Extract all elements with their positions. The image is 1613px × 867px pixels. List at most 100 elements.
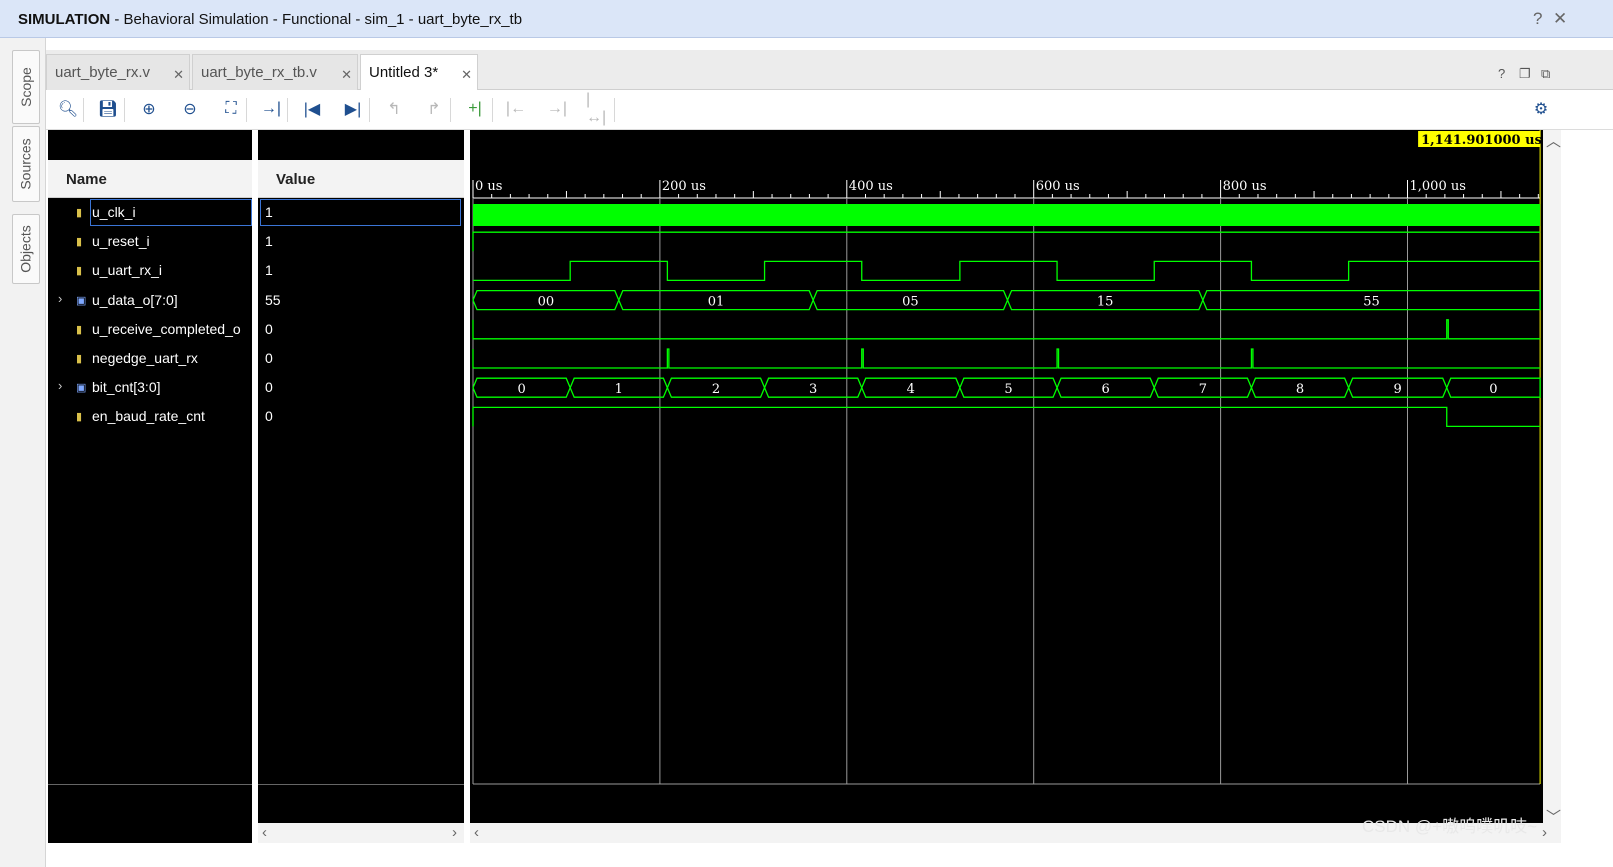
name-column-header[interactable]: Name [48, 160, 252, 198]
scroll-right-icon[interactable]: › [452, 824, 457, 841]
value-column-header[interactable]: Value [258, 160, 464, 198]
close-icon[interactable]: ✕ [1553, 9, 1567, 29]
expand-chevron-icon[interactable]: › [58, 291, 62, 306]
signal-name: bit_cnt[3:0] [92, 379, 161, 396]
toolbar-separator [492, 98, 493, 122]
window-titlebar: SIMULATION - Behavioral Simulation - Fun… [0, 0, 1613, 38]
scroll-right-icon[interactable]: › [1542, 824, 1547, 841]
bit-cnt-bus-value: 2 [712, 382, 720, 397]
signal-row[interactable]: › ▣ u_data_o[7:0] [48, 286, 252, 315]
waveform-pane[interactable]: 0 us 200 us 400 us 600 us 800 us 1,000 us 1,14… [470, 130, 1543, 823]
value-hscrollbar[interactable]: ‹ › [258, 823, 464, 843]
signal-row[interactable]: ▮ u_receive_completed_o [48, 315, 252, 344]
bit-cnt-bus-value: 1 [615, 382, 623, 397]
question-icon[interactable]: ? [1533, 9, 1542, 29]
bit-cnt-bus-value: 0 [517, 382, 525, 397]
zoom-fit-icon[interactable]: ⛶ [219, 98, 243, 120]
value-row[interactable]: 1 [258, 198, 464, 227]
add-marker-icon[interactable]: +| [463, 98, 487, 120]
signal-name: u_receive_completed_o [92, 320, 241, 337]
value-row[interactable]: 0 [258, 315, 464, 344]
next-transition-icon[interactable]: ↱ [422, 98, 446, 120]
bit-cnt-bus-value: 0 [1489, 382, 1497, 397]
data-bus-value: 15 [1097, 295, 1114, 310]
bit-signal-icon: ▮ [76, 236, 83, 249]
signal-name: negedge_uart_rx [92, 350, 198, 366]
toolbar-separator [614, 98, 615, 122]
waveform-toolbar: ⚙ 🔍︎ 💾︎ ⊕ ⊖ ⛶ →| |◀ ▶| ↰ ↱ +| |← →| |↔| [46, 90, 1613, 130]
bit-cnt-bus-value: 3 [809, 382, 817, 397]
swap-cursors-icon[interactable]: |↔| [586, 91, 610, 126]
gear-icon[interactable]: ⚙ [1529, 98, 1553, 120]
time-ruler-label: 600 us [1036, 179, 1080, 194]
side-panel-strip: Scope Sources Objects [0, 38, 46, 867]
scroll-left-icon[interactable]: ‹ [474, 824, 479, 841]
watermark-text: CSDN @+嗷呜噗叽吱~ [1362, 817, 1538, 836]
close-tab-icon[interactable]: ✕ [341, 67, 352, 83]
reset-wave [472, 231, 1541, 252]
expand-chevron-icon[interactable]: › [58, 378, 62, 393]
signal-value: 1 [265, 233, 273, 250]
clock-wave [473, 204, 1541, 226]
receive-completed-wave [472, 319, 1541, 340]
side-tab-sources[interactable]: Sources [12, 126, 40, 202]
data-bus-value: 55 [1363, 295, 1380, 310]
close-tab-icon[interactable]: ✕ [173, 67, 184, 83]
zoom-out-icon[interactable]: ⊖ [178, 98, 202, 120]
go-to-cursor-icon[interactable]: →| [259, 98, 283, 120]
tab-uart-byte-rx-v[interactable]: uart_byte_rx.v ✕ [46, 54, 190, 90]
go-to-end-icon[interactable]: ▶| [341, 98, 365, 120]
side-tab-scope[interactable]: Scope [12, 50, 40, 124]
bus-signal-icon: ▣ [76, 382, 87, 395]
value-row[interactable]: 1 [258, 227, 464, 256]
signal-row[interactable]: ▮ u_reset_i [48, 227, 252, 256]
value-row[interactable]: 0 [258, 402, 464, 431]
en-baud-rate-wave [472, 406, 1541, 428]
scroll-up-icon[interactable]: ︿ [1546, 130, 1561, 151]
side-tab-objects[interactable]: Objects [12, 214, 40, 284]
signal-row[interactable]: › ▣ bit_cnt[3:0] [48, 373, 252, 402]
tab-uart-byte-rx-tb-v[interactable]: uart_byte_rx_tb.v ✕ [192, 54, 358, 90]
signal-name: u_data_o[7:0] [92, 291, 178, 308]
value-row[interactable]: 1 [258, 256, 464, 285]
zoom-in-icon[interactable]: ⊕ [137, 98, 161, 120]
search-icon[interactable]: 🔍︎ [56, 98, 80, 120]
signal-row[interactable]: ▮ en_baud_rate_cnt [48, 402, 252, 431]
time-ruler-label: 800 us [1223, 179, 1267, 194]
signal-name: en_baud_rate_cnt [92, 408, 205, 425]
maximize-icon[interactable]: ⧉ [1541, 66, 1550, 82]
toolbar-separator [450, 98, 451, 122]
scroll-left-icon[interactable]: ‹ [262, 824, 267, 841]
toolbar-separator [246, 98, 247, 122]
bit-cnt-bus-value: 7 [1199, 382, 1207, 397]
bit-signal-icon: ▮ [76, 353, 83, 365]
previous-transition-icon[interactable]: ↰ [382, 98, 406, 120]
signal-value: 0 [265, 350, 273, 366]
bit-signal-icon: ▮ [76, 411, 83, 424]
waveform-canvas[interactable]: 0 us 200 us 400 us 600 us 800 us 1,000 us 1,14… [470, 130, 1543, 823]
signal-value: 0 [265, 408, 273, 425]
bit-cnt-bus-value: 4 [907, 382, 915, 397]
time-ruler-label: 1,000 us [1410, 179, 1466, 194]
signal-row[interactable]: ▮ negedge_uart_rx [48, 344, 252, 373]
data-bus-value: 01 [708, 295, 725, 310]
toolbar-separator [287, 98, 288, 122]
signal-row[interactable]: ▮ u_clk_i [48, 198, 252, 227]
value-row[interactable]: 55 [258, 286, 464, 315]
next-marker-icon[interactable]: →| [545, 98, 569, 120]
previous-marker-icon[interactable]: |← [504, 98, 528, 120]
question-icon[interactable]: ? [1498, 66, 1505, 81]
waveform-vscrollbar[interactable]: ︿ ﹀ [1543, 130, 1561, 843]
restore-icon[interactable]: ❐ [1519, 66, 1531, 82]
signal-row[interactable]: ▮ u_uart_rx_i [48, 256, 252, 285]
go-to-start-icon[interactable]: |◀ [300, 98, 324, 120]
value-row[interactable]: 0 [258, 373, 464, 402]
save-icon[interactable]: 💾︎ [96, 98, 120, 120]
close-tab-icon[interactable]: ✕ [461, 67, 472, 83]
time-ruler-label: 400 us [849, 179, 893, 194]
data-bus-value: 05 [902, 295, 919, 310]
tab-untitled-3[interactable]: Untitled 3* ✕ [360, 54, 478, 91]
signal-value: 55 [265, 291, 281, 308]
time-ruler-label: 200 us [662, 179, 706, 194]
value-row[interactable]: 0 [258, 344, 464, 373]
